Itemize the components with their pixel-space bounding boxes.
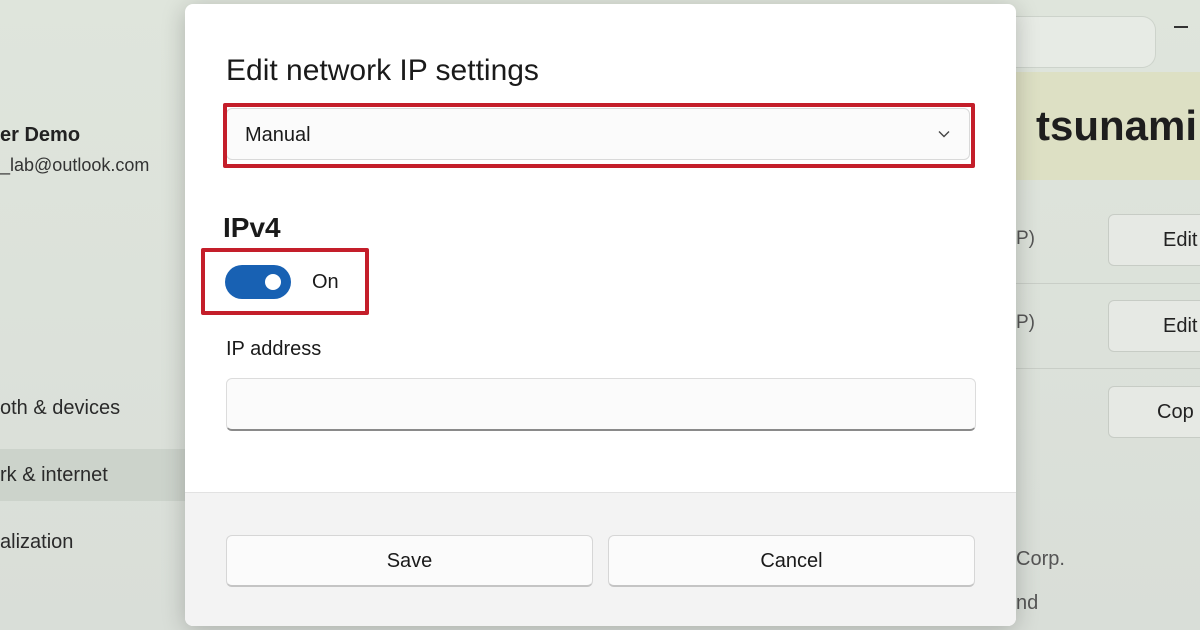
ip-address-input[interactable] <box>226 378 976 431</box>
cancel-button[interactable]: Cancel <box>608 535 975 587</box>
ipv4-heading: IPv4 <box>223 212 281 243</box>
copy-button[interactable]: Cop <box>1108 386 1200 438</box>
dialog-title: Edit network IP settings <box>226 54 539 87</box>
page-title: tsunami <box>1036 102 1198 149</box>
settings-sidebar: er Demo _lab@outlook.com oth & devices r… <box>0 0 185 630</box>
toggle-knob <box>265 274 281 290</box>
chevron-down-icon <box>938 131 950 138</box>
account-email: _lab@outlook.com <box>0 155 150 175</box>
sidebar-item-label: rk & internet <box>0 464 108 486</box>
ip-address-label: IP address <box>226 338 322 360</box>
sidebar-item-network-internet[interactable]: rk & internet <box>0 449 185 501</box>
divider <box>1016 368 1200 369</box>
search-input[interactable] <box>1016 16 1156 68</box>
ip-mode-selected-value: Manual <box>245 124 311 146</box>
sidebar-item-personalization[interactable]: alization <box>0 516 185 568</box>
divider <box>1016 283 1200 284</box>
ip-mode-dropdown[interactable]: Manual <box>226 108 970 160</box>
edit-ip-assignment-button[interactable]: Edit <box>1108 214 1200 266</box>
save-button[interactable]: Save <box>226 535 593 587</box>
description-text: nd <box>1016 592 1039 614</box>
ipv4-toggle[interactable] <box>225 265 291 299</box>
manufacturer-text: Corp. <box>1016 548 1065 570</box>
settings-content-area: tsunami P) Edit P) Edit Cop Corp. nd <box>1016 0 1200 630</box>
sidebar-item-label: alization <box>0 531 74 553</box>
ipv4-toggle-state: On <box>312 271 339 293</box>
ip-assignment-text: P) <box>1016 228 1035 249</box>
dialog-footer: Save Cancel <box>185 492 1016 626</box>
account-name: er Demo <box>0 124 81 146</box>
sidebar-item-bluetooth-devices[interactable]: oth & devices <box>0 382 185 434</box>
sidebar-item-label: oth & devices <box>0 397 121 419</box>
ipv4-toggle-row: On <box>225 265 365 303</box>
dns-assignment-text: P) <box>1016 312 1035 333</box>
edit-ip-settings-dialog: Edit network IP settings Manual IPv4 On … <box>185 4 1016 626</box>
edit-dns-assignment-button[interactable]: Edit <box>1108 300 1200 352</box>
minimize-icon[interactable] <box>1174 26 1188 28</box>
